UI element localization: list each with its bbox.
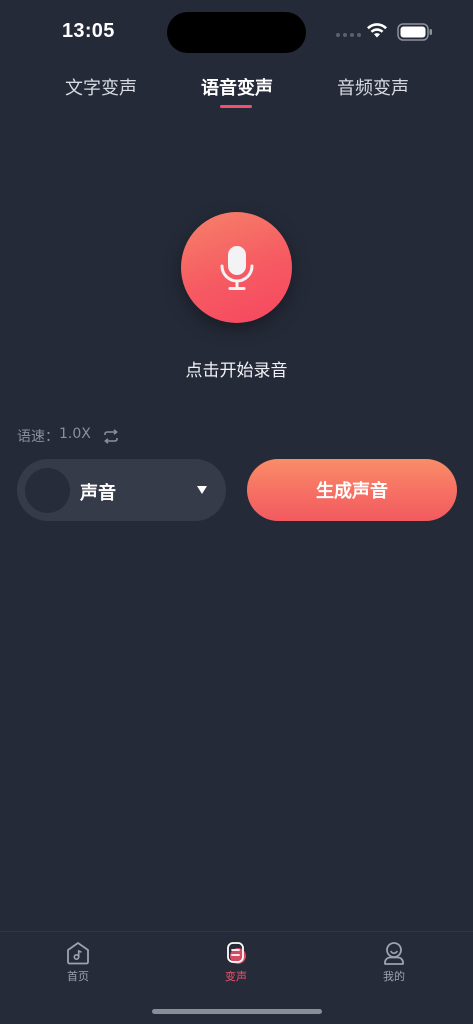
speed-control[interactable]: 语速： 1.0X (17, 426, 119, 446)
nav-home[interactable]: 首页 (48, 940, 108, 984)
voice-change-icon (227, 942, 246, 964)
microphone-icon (220, 245, 253, 290)
nav-profile-label: 我的 (383, 970, 405, 983)
speed-value: 1.0X (59, 426, 91, 442)
tab-speech-voice[interactable]: 语音变声 (201, 78, 273, 100)
voice-select-label: 声音 (80, 483, 116, 504)
nav-home-label: 首页 (67, 970, 89, 983)
status-time: 13:05 (62, 20, 115, 42)
speed-label: 语速： (17, 429, 59, 445)
home-music-icon (67, 942, 89, 965)
active-tab-indicator (220, 105, 252, 108)
cellular-signal-icon (336, 33, 361, 37)
record-prompt: 点击开始录音 (185, 361, 288, 381)
generate-voice-button[interactable]: 生成声音 (247, 459, 457, 521)
voice-select-dropdown[interactable]: 声音 (17, 459, 226, 521)
generate-voice-label: 生成声音 (316, 481, 388, 502)
profile-icon (384, 942, 404, 965)
tab-text-voice[interactable]: 文字变声 (65, 78, 137, 100)
repeat-icon[interactable] (103, 428, 119, 444)
caret-down-icon (197, 486, 207, 494)
dynamic-island (167, 12, 306, 53)
tab-audio-voice[interactable]: 音频变声 (337, 78, 409, 100)
nav-profile[interactable]: 我的 (364, 940, 424, 984)
home-indicator[interactable] (152, 1009, 322, 1014)
wifi-icon (367, 23, 387, 38)
battery-icon (397, 23, 432, 41)
nav-voice-change[interactable]: 变声 (206, 940, 266, 984)
record-button[interactable] (181, 212, 292, 323)
nav-voice-change-label: 变声 (225, 970, 247, 983)
voice-changer-screen: 13:05 文字变声 语音变声 音频变声 点击开始录音 语速： 1.0X 声音 … (0, 0, 473, 1024)
voice-avatar (25, 468, 70, 513)
